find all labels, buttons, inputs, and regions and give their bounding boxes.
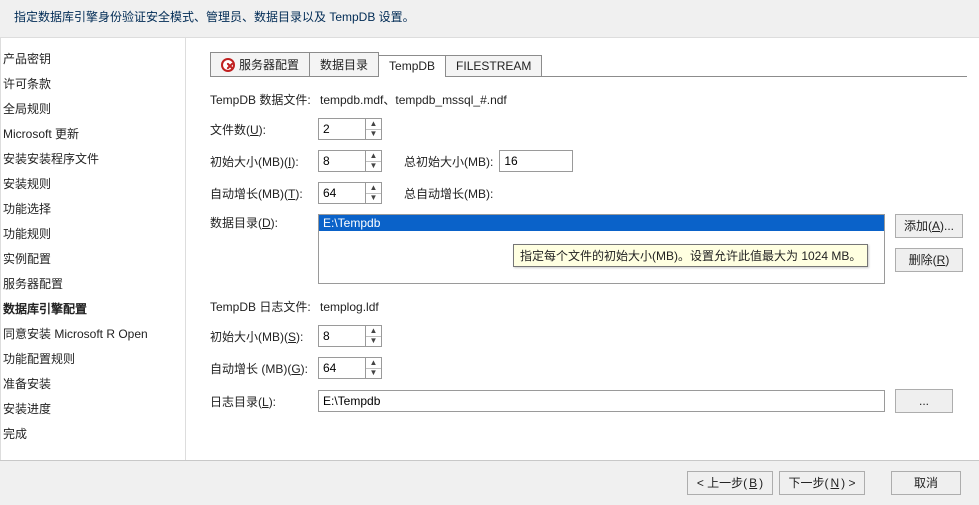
tab[interactable]: FILESTREAM <box>445 55 542 76</box>
bottom-bar: < 上一步(B) 下一步(N) > 取消 <box>0 460 979 505</box>
remove-button[interactable]: 删除(R) <box>895 248 963 272</box>
chevron-down-icon[interactable]: ▼ <box>366 368 381 379</box>
sidebar-item[interactable]: 功能规则 <box>1 221 185 246</box>
sidebar-item[interactable]: 同意安装 Microsoft R Open <box>1 321 185 346</box>
file-count-stepper[interactable]: ▲ ▼ <box>318 118 382 140</box>
sidebar-item[interactable]: Microsoft 更新 <box>1 121 185 146</box>
log-files-label: TempDB 日志文件: <box>210 298 318 315</box>
tabs-bar: 服务器配置 数据目录 TempDB FILESTREAM <box>210 52 967 77</box>
data-dir-label: 数据目录(D): <box>210 214 318 231</box>
tab-label: TempDB <box>389 59 435 73</box>
auto-grow-stepper[interactable]: ▲ ▼ <box>318 182 382 204</box>
log-dir-label: 日志目录(L): <box>210 393 318 410</box>
cancel-button[interactable]: 取消 <box>891 471 961 495</box>
log-init-stepper[interactable]: ▲ ▼ <box>318 325 382 347</box>
log-init-input[interactable] <box>319 326 365 346</box>
sidebar-item[interactable]: 功能配置规则 <box>1 346 185 371</box>
list-item[interactable]: E:\Tempdb <box>319 215 884 231</box>
log-init-label: 初始大小(MB)(S): <box>210 328 318 345</box>
sidebar-item[interactable]: 产品密钥 <box>1 46 185 71</box>
chevron-down-icon[interactable]: ▼ <box>366 129 381 140</box>
init-size-input[interactable] <box>319 151 365 171</box>
stepper-arrows[interactable]: ▲ ▼ <box>365 358 381 378</box>
tooltip: 指定每个文件的初始大小(MB)。设置允许此值最大为 1024 MB。 <box>513 244 868 267</box>
chevron-up-icon[interactable]: ▲ <box>366 119 381 129</box>
sidebar-item[interactable]: 功能选择 <box>1 196 185 221</box>
content-panel: 服务器配置 数据目录 TempDB FILESTREAM TempDB 数据文件: t… <box>186 37 979 460</box>
file-count-input[interactable] <box>319 119 365 139</box>
steps-sidebar: 产品密钥许可条款全局规则Microsoft 更新安装安装程序文件安装规则功能选择… <box>0 37 186 460</box>
sidebar-item[interactable]: 服务器配置 <box>1 271 185 296</box>
chevron-up-icon[interactable]: ▲ <box>366 358 381 368</box>
sidebar-item[interactable]: 完成 <box>1 421 185 446</box>
log-dir-input[interactable] <box>318 390 885 412</box>
tab-label: FILESTREAM <box>456 59 531 73</box>
init-size-stepper[interactable]: ▲ ▼ <box>318 150 382 172</box>
sidebar-item[interactable]: 实例配置 <box>1 246 185 271</box>
tab-label: 数据目录 <box>320 56 368 73</box>
chevron-up-icon[interactable]: ▲ <box>366 183 381 193</box>
stepper-arrows[interactable]: ▲ ▼ <box>365 151 381 171</box>
tab[interactable]: TempDB <box>378 55 446 77</box>
sidebar-item[interactable]: 数据库引擎配置 <box>1 296 185 321</box>
log-auto-stepper[interactable]: ▲ ▼ <box>318 357 382 379</box>
error-icon <box>221 58 235 72</box>
auto-grow-input[interactable] <box>319 183 365 203</box>
log-auto-input[interactable] <box>319 358 365 378</box>
sidebar-item[interactable]: 安装进度 <box>1 396 185 421</box>
sidebar-item[interactable]: 准备安装 <box>1 371 185 396</box>
data-files-value: tempdb.mdf、tempdb_mssql_#.ndf <box>320 91 507 108</box>
tab[interactable]: 数据目录 <box>309 52 379 76</box>
file-count-label: 文件数(U): <box>210 121 318 138</box>
page-description: 指定数据库引擎身份验证安全模式、管理员、数据目录以及 TempDB 设置。 <box>0 0 979 37</box>
init-size-label: 初始大小(MB)(I): <box>210 153 318 170</box>
back-button[interactable]: < 上一步(B) <box>687 471 773 495</box>
stepper-arrows[interactable]: ▲ ▼ <box>365 183 381 203</box>
chevron-up-icon[interactable]: ▲ <box>366 151 381 161</box>
stepper-arrows[interactable]: ▲ ▼ <box>365 119 381 139</box>
tab[interactable]: 服务器配置 <box>210 52 310 76</box>
chevron-down-icon[interactable]: ▼ <box>366 193 381 204</box>
chevron-down-icon[interactable]: ▼ <box>366 161 381 172</box>
auto-grow-label: 自动增长(MB)(T): <box>210 185 318 202</box>
data-files-label: TempDB 数据文件: <box>210 91 318 108</box>
chevron-down-icon[interactable]: ▼ <box>366 336 381 347</box>
total-init-label: 总初始大小(MB): <box>404 153 493 170</box>
sidebar-item[interactable]: 安装规则 <box>1 171 185 196</box>
log-files-value: templog.ldf <box>320 300 379 314</box>
chevron-up-icon[interactable]: ▲ <box>366 326 381 336</box>
total-init-value <box>499 150 573 172</box>
sidebar-item[interactable]: 安装安装程序文件 <box>1 146 185 171</box>
log-auto-label: 自动增长 (MB)(G): <box>210 360 318 377</box>
add-button[interactable]: 添加(A)... <box>895 214 963 238</box>
total-auto-label: 总自动增长(MB): <box>404 185 493 202</box>
sidebar-item[interactable]: 全局规则 <box>1 96 185 121</box>
stepper-arrows[interactable]: ▲ ▼ <box>365 326 381 346</box>
next-button[interactable]: 下一步(N) > <box>779 471 865 495</box>
sidebar-item[interactable]: 许可条款 <box>1 71 185 96</box>
tab-label: 服务器配置 <box>239 56 299 73</box>
browse-button[interactable]: ... <box>895 389 953 413</box>
